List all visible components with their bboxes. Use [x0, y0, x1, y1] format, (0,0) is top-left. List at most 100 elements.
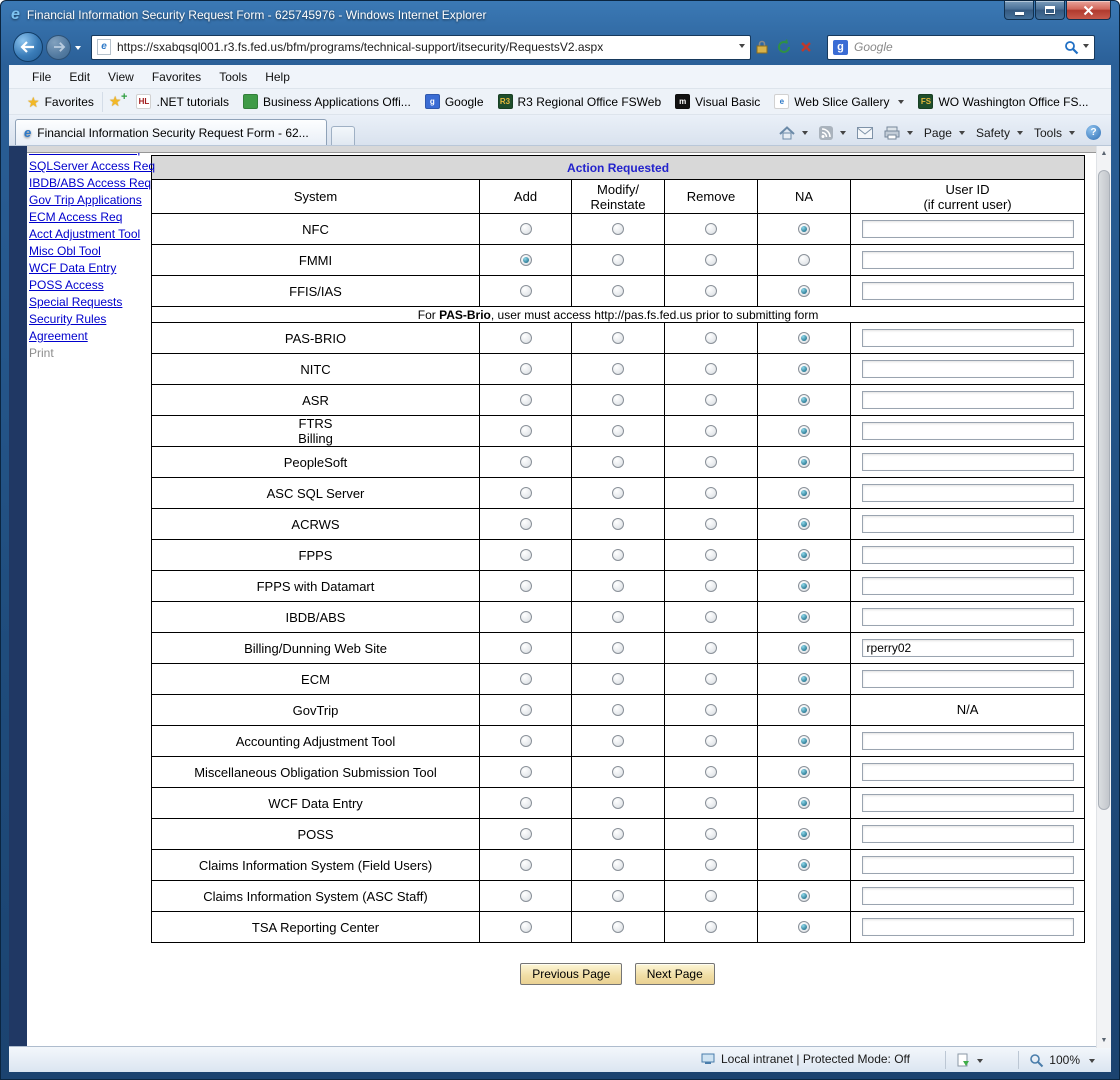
help-button[interactable]: ? — [1086, 125, 1101, 140]
user-id-input[interactable] — [862, 422, 1074, 440]
radio-remove[interactable] — [705, 456, 717, 468]
scroll-up-icon[interactable]: ▲ — [1097, 146, 1111, 161]
radio-modify[interactable] — [612, 828, 624, 840]
radio-na[interactable] — [798, 766, 810, 778]
radio-modify[interactable] — [612, 735, 624, 747]
radio-na[interactable] — [798, 642, 810, 654]
menu-item-tools[interactable]: Tools — [210, 67, 256, 87]
sidebar-item[interactable]: Special Requests — [29, 294, 153, 311]
sidebar-item[interactable]: Misc Obl Tool — [29, 243, 153, 260]
radio-na[interactable] — [798, 611, 810, 623]
user-id-input[interactable] — [862, 670, 1074, 688]
sidebar-item[interactable]: POSS Access — [29, 277, 153, 294]
user-id-input[interactable] — [862, 825, 1074, 843]
radio-remove[interactable] — [705, 332, 717, 344]
radio-modify[interactable] — [612, 859, 624, 871]
page-menu-button[interactable]: Page — [924, 126, 965, 140]
favorite-link[interactable]: eWeb Slice Gallery — [767, 91, 911, 112]
radio-na[interactable] — [798, 487, 810, 499]
radio-modify[interactable] — [612, 673, 624, 685]
radio-add[interactable] — [520, 223, 532, 235]
user-id-input[interactable] — [862, 918, 1074, 936]
previous-page-button[interactable]: Previous Page — [520, 963, 622, 985]
radio-add[interactable] — [520, 611, 532, 623]
radio-na[interactable] — [798, 456, 810, 468]
radio-remove[interactable] — [705, 518, 717, 530]
sidebar-item[interactable]: ECM Access Req — [29, 209, 153, 226]
new-tab-button[interactable] — [331, 126, 355, 145]
radio-modify[interactable] — [612, 921, 624, 933]
radio-add[interactable] — [520, 456, 532, 468]
radio-modify[interactable] — [612, 518, 624, 530]
sidebar-item[interactable]: Gov Trip Applications — [29, 192, 153, 209]
radio-modify[interactable] — [612, 285, 624, 297]
radio-modify[interactable] — [612, 580, 624, 592]
vertical-scrollbar[interactable]: ▲ ▼ — [1096, 146, 1111, 1048]
user-id-input[interactable] — [862, 887, 1074, 905]
status-page-tools[interactable] — [945, 1051, 983, 1069]
radio-remove[interactable] — [705, 797, 717, 809]
sidebar-item[interactable]: SQLServer Access Req — [29, 158, 153, 175]
radio-na[interactable] — [798, 223, 810, 235]
user-id-input[interactable] — [862, 484, 1074, 502]
radio-add[interactable] — [520, 859, 532, 871]
radio-add[interactable] — [520, 673, 532, 685]
radio-na[interactable] — [798, 549, 810, 561]
radio-remove[interactable] — [705, 394, 717, 406]
add-favorites-button[interactable]: ★+ — [103, 92, 130, 111]
radio-remove[interactable] — [705, 363, 717, 375]
menu-item-favorites[interactable]: Favorites — [143, 67, 210, 87]
url-dropdown-chevron[interactable] — [739, 44, 745, 51]
menu-item-view[interactable]: View — [99, 67, 143, 87]
radio-remove[interactable] — [705, 890, 717, 902]
radio-modify[interactable] — [612, 223, 624, 235]
history-dropdown-chevron[interactable] — [75, 46, 81, 53]
close-button[interactable] — [1066, 1, 1111, 20]
user-id-input[interactable] — [862, 763, 1074, 781]
radio-add[interactable] — [520, 518, 532, 530]
radio-add[interactable] — [520, 890, 532, 902]
radio-modify[interactable] — [612, 642, 624, 654]
radio-remove[interactable] — [705, 673, 717, 685]
radio-modify[interactable] — [612, 766, 624, 778]
tools-menu-button[interactable]: Tools — [1034, 126, 1075, 140]
sidebar-item[interactable]: Acct Adjustment Tool — [29, 226, 153, 243]
radio-add[interactable] — [520, 425, 532, 437]
favorite-link[interactable]: HL.NET tutorials — [129, 91, 235, 112]
radio-na[interactable] — [798, 425, 810, 437]
home-button[interactable] — [779, 126, 808, 140]
radio-remove[interactable] — [705, 642, 717, 654]
radio-remove[interactable] — [705, 425, 717, 437]
radio-remove[interactable] — [705, 735, 717, 747]
search-dropdown-chevron[interactable] — [1083, 44, 1089, 51]
radio-na[interactable] — [798, 704, 810, 716]
read-mail-button[interactable] — [857, 127, 873, 139]
radio-modify[interactable] — [612, 890, 624, 902]
radio-modify[interactable] — [612, 797, 624, 809]
sidebar-item[interactable]: WCF Data Entry — [29, 260, 153, 277]
user-id-input[interactable] — [862, 220, 1074, 238]
scroll-down-icon[interactable]: ▼ — [1097, 1033, 1111, 1048]
radio-add[interactable] — [520, 285, 532, 297]
radio-add[interactable] — [520, 394, 532, 406]
radio-add[interactable] — [520, 828, 532, 840]
user-id-input[interactable] — [862, 856, 1074, 874]
radio-modify[interactable] — [612, 704, 624, 716]
search-magnifier-icon[interactable] — [1064, 40, 1079, 55]
radio-add[interactable] — [520, 766, 532, 778]
radio-na[interactable] — [798, 518, 810, 530]
forward-button[interactable] — [46, 35, 71, 60]
user-id-input[interactable] — [862, 639, 1074, 657]
refresh-button[interactable] — [773, 35, 795, 59]
radio-modify[interactable] — [612, 394, 624, 406]
radio-modify[interactable] — [612, 487, 624, 499]
favorite-link[interactable]: FSWO Washington Office FS... — [911, 91, 1095, 112]
radio-add[interactable] — [520, 363, 532, 375]
user-id-input[interactable] — [862, 577, 1074, 595]
radio-na[interactable] — [798, 828, 810, 840]
menu-item-file[interactable]: File — [23, 67, 60, 87]
radio-remove[interactable] — [705, 766, 717, 778]
tab-financial-security-form[interactable]: e Financial Information Security Request… — [15, 119, 327, 145]
radio-na[interactable] — [798, 580, 810, 592]
user-id-input[interactable] — [862, 608, 1074, 626]
